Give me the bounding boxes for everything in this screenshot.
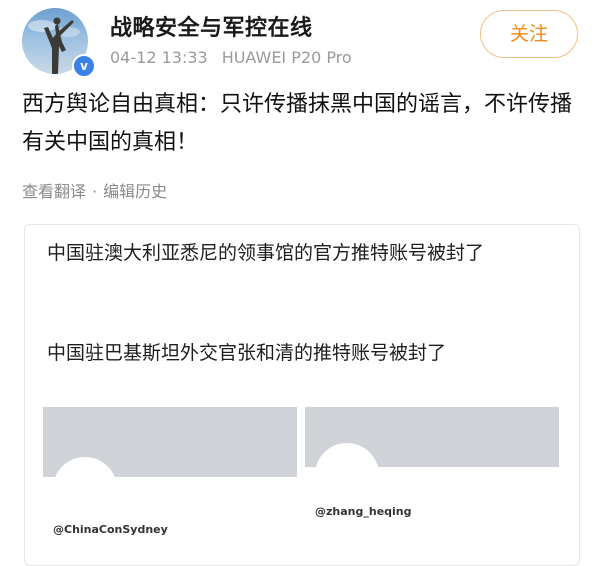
post-actions: 查看翻译 · 编辑历史 <box>22 178 167 202</box>
profile-picture <box>53 457 117 521</box>
separator: · <box>92 182 98 201</box>
embed-text-line-1: 中国驻澳大利亚悉尼的领事馆的官方推特账号被封了 <box>47 242 485 264</box>
embed-text-line-2: 中国驻巴基斯坦外交官张和清的推特账号被封了 <box>47 342 447 364</box>
twitter-card-zhang: @zhang_heqing <box>305 407 559 547</box>
account-handle: @ChinaConSydney <box>53 523 168 536</box>
embedded-image[interactable]: 中国驻澳大利亚悉尼的领事馆的官方推特账号被封了 中国驻巴基斯坦外交官张和清的推特… <box>24 224 580 566</box>
device-name: HUAWEI P20 Pro <box>221 48 352 67</box>
translate-link[interactable]: 查看翻译 <box>22 182 86 201</box>
timestamp: 04-12 13:33 <box>110 48 208 67</box>
edit-history-link[interactable]: 编辑历史 <box>103 182 167 201</box>
verified-badge-icon: v <box>72 54 96 78</box>
profile-picture <box>315 443 379 507</box>
username[interactable]: 战略安全与军控在线 <box>110 10 313 42</box>
post-text: 西方舆论自由真相：只许传播抹黑中国的谣言，不许传播有关中国的真相！ <box>22 92 573 155</box>
follow-button[interactable]: 关注 <box>480 10 578 58</box>
twitter-card-sydney: @ChinaConSydney <box>43 407 297 547</box>
post-meta: 04-12 13:33 HUAWEI P20 Pro <box>110 48 352 67</box>
account-handle: @zhang_heqing <box>315 505 412 518</box>
